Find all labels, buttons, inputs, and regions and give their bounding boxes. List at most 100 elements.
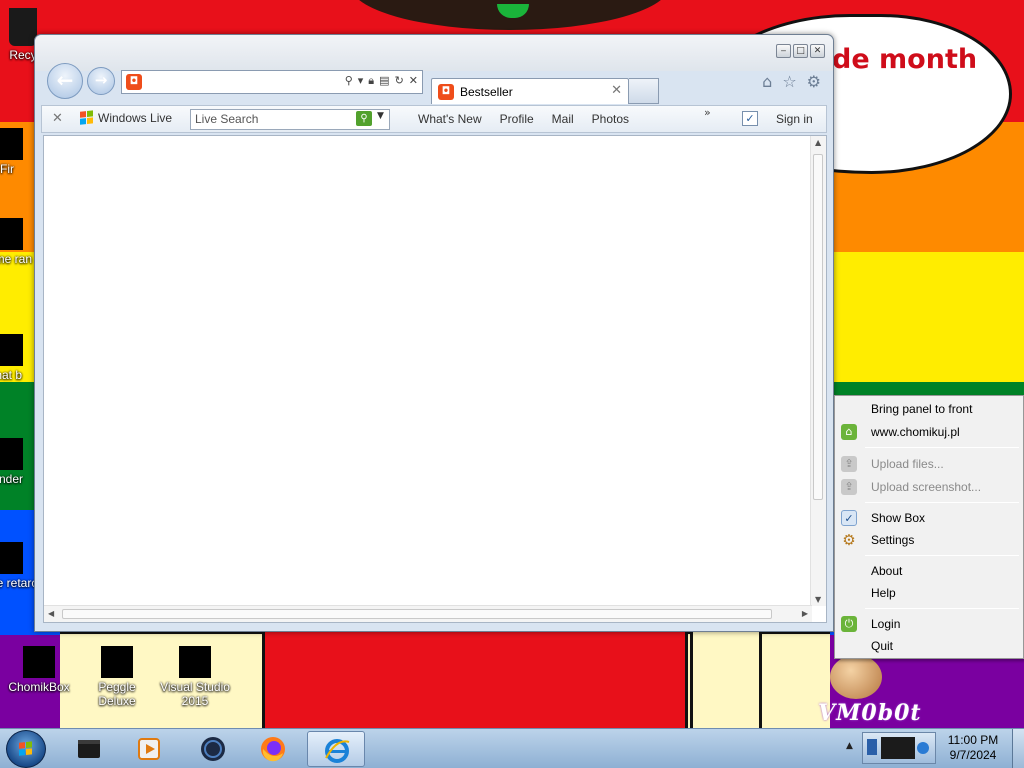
search-go-icon[interactable]: ⚲: [356, 111, 372, 126]
tab-favicon-icon: ◘: [438, 84, 454, 100]
tab-title: Bestseller: [460, 85, 513, 99]
lock-icon[interactable]: 🔒︎: [368, 74, 374, 88]
clock-date: 9/7/2024: [949, 748, 997, 762]
toolbar-overflow-chevron-icon[interactable]: »: [704, 106, 711, 119]
menu-item-label: Help: [871, 586, 896, 600]
taskbar-item-media-player[interactable]: [120, 731, 178, 767]
favorites-star-icon[interactable]: ☆: [782, 72, 796, 91]
scroll-left-arrow-icon[interactable]: ◀: [48, 609, 54, 618]
menu-separator: [865, 608, 1019, 609]
taskbar-item-globe[interactable]: [184, 731, 242, 767]
scroll-right-arrow-icon[interactable]: ▶: [802, 609, 808, 618]
menu-item-quit[interactable]: Quit: [835, 635, 1023, 657]
notification-area: ▲ 11:00 PM 9/7/2024: [842, 729, 1024, 768]
vertical-scrollbar[interactable]: ▲ ▼: [810, 136, 826, 606]
app-icon: [0, 438, 23, 470]
menu-item-help[interactable]: Help: [835, 582, 1023, 604]
close-button[interactable]: ✕: [810, 44, 825, 58]
tab-bestseller[interactable]: ◘ Bestseller ✕: [431, 78, 629, 104]
page-content-area[interactable]: ▲ ▼ ◀ ▶: [43, 135, 827, 623]
wallpaper-cartoon-red: [262, 632, 688, 728]
search-icon[interactable]: ⚲: [345, 74, 353, 88]
chomikbox-icon: [23, 646, 55, 678]
menu-item-settings[interactable]: ⚙ Settings: [835, 529, 1023, 551]
speech-bubble-text: de month: [832, 44, 978, 75]
taskbar-item-internet-explorer[interactable]: [307, 731, 365, 767]
menu-separator: [865, 447, 1019, 448]
horizontal-scrollbar[interactable]: ◀ ▶: [44, 605, 812, 622]
horizontal-scroll-thumb[interactable]: [62, 609, 772, 619]
desktop-icon-peggle-deluxe[interactable]: Peggle Deluxe: [80, 646, 154, 708]
system-clock[interactable]: 11:00 PM 9/7/2024: [940, 733, 1006, 763]
peggle-icon: [101, 646, 133, 678]
desktop-icon-visual-studio[interactable]: Visual Studio 2015: [158, 646, 232, 708]
ie-titlebar[interactable]: [35, 35, 833, 71]
checkbox-icon[interactable]: ✓: [742, 111, 758, 126]
desktop-icon-chomikbox[interactable]: ChomikBox: [2, 646, 76, 694]
menu-item-label: Upload screenshot...: [871, 480, 982, 494]
stop-icon[interactable]: ✕: [409, 74, 418, 88]
scroll-down-arrow-icon[interactable]: ▼: [815, 595, 821, 604]
taskbar: ▲ 11:00 PM 9/7/2024: [0, 728, 1024, 768]
menu-item-label: Upload files...: [871, 457, 944, 471]
menu-item-label: Settings: [871, 533, 915, 547]
sign-in-link[interactable]: Sign in: [776, 112, 813, 126]
menu-item-login[interactable]: ⏻ Login: [835, 613, 1023, 635]
menu-item-label: Login: [871, 617, 901, 631]
upload-files-icon: ⇪: [841, 456, 857, 472]
windows-live-button[interactable]: Windows Live: [80, 110, 172, 125]
link-whats-new[interactable]: What's New: [418, 112, 482, 126]
address-bar[interactable]: ◘ ⚲ ▾ 🔒︎ ▤ ↻ ✕: [121, 70, 423, 94]
scroll-up-arrow-icon[interactable]: ▲: [815, 138, 821, 147]
menu-item-label: Bring panel to front: [871, 402, 973, 416]
menu-item-upload-screenshot[interactable]: ⇪ Upload screenshot...: [835, 476, 1023, 498]
menu-separator: [865, 555, 1019, 556]
menu-item-chomikuj-website[interactable]: ⌂ www.chomikuj.pl: [835, 421, 1023, 443]
menu-item-bring-panel-to-front[interactable]: Bring panel to front: [835, 398, 1023, 420]
windows-live-toolbar: ✕ Windows Live Live Search ⚲ ▼ What's Ne…: [41, 105, 827, 133]
show-desktop-button[interactable]: [1012, 729, 1024, 768]
wallpaper-watermark: VM0b0t: [818, 700, 922, 726]
link-mail[interactable]: Mail: [552, 112, 574, 126]
firefox-icon: [261, 737, 285, 762]
menu-item-show-box[interactable]: ✓ Show Box: [835, 507, 1023, 529]
menu-item-label: About: [871, 564, 903, 578]
tab-close-icon[interactable]: ✕: [611, 83, 622, 98]
vertical-scroll-thumb[interactable]: [813, 154, 823, 500]
check-icon: ✓: [841, 510, 857, 526]
desktop-icon-label: Ender: [0, 472, 24, 486]
address-tools: ⚲ ▾ 🔒︎ ▤ ↻ ✕: [345, 74, 418, 88]
desktop-icon-label: Fir: [0, 162, 14, 176]
windows-logo-icon: [19, 741, 33, 756]
search-dropdown-icon[interactable]: ▼: [377, 111, 384, 121]
app-icon: [0, 542, 23, 574]
show-hidden-icons-chevron-icon[interactable]: ▲: [846, 741, 853, 751]
taskbar-item-terminal[interactable]: [60, 731, 118, 767]
home-icon[interactable]: ⌂: [762, 72, 772, 91]
toolbar-close-icon[interactable]: ✕: [52, 111, 63, 126]
chomikbox-tray-glyph: [867, 737, 929, 759]
forward-button[interactable]: →: [87, 67, 115, 95]
ie-window: ‒ □ ✕ ← → ◘ ⚲ ▾ 🔒︎ ▤ ↻ ✕ ◘ Bestseller ✕ …: [34, 34, 834, 632]
dropdown-arrow-icon[interactable]: ▾: [358, 74, 364, 88]
menu-item-about[interactable]: About: [835, 560, 1023, 582]
new-tab-button[interactable]: [629, 78, 659, 104]
start-button[interactable]: [6, 730, 46, 768]
back-button[interactable]: ←: [47, 63, 83, 99]
visual-studio-icon: [179, 646, 211, 678]
toolbar-links: What's New Profile Mail Photos: [418, 112, 629, 126]
taskbar-item-firefox[interactable]: [244, 731, 302, 767]
maximize-button[interactable]: □: [793, 44, 808, 58]
menu-item-upload-files[interactable]: ⇪ Upload files...: [835, 453, 1023, 475]
chomikbox-tray-icon[interactable]: [862, 732, 936, 764]
gear-icon: ⚙: [842, 531, 856, 549]
link-profile[interactable]: Profile: [500, 112, 534, 126]
menu-item-label: Show Box: [871, 511, 926, 525]
tools-gear-icon[interactable]: ⚙: [807, 72, 821, 91]
refresh-icon[interactable]: ↻: [395, 74, 404, 88]
app-icon: [0, 334, 23, 366]
minimize-button[interactable]: ‒: [776, 44, 791, 58]
link-photos[interactable]: Photos: [592, 112, 629, 126]
windows-flag-icon: [80, 110, 94, 125]
compat-view-icon[interactable]: ▤: [379, 74, 389, 88]
